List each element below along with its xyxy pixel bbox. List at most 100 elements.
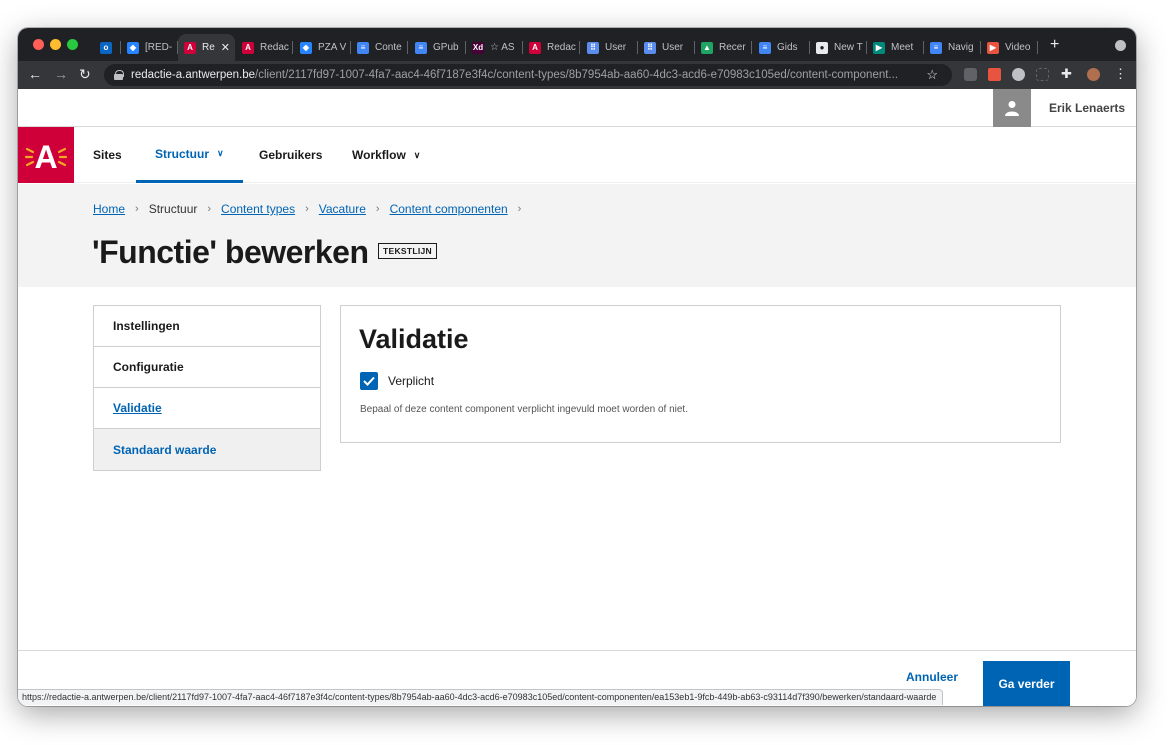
breadcrumb-home[interactable]: Home <box>93 202 125 216</box>
user-avatar[interactable] <box>993 89 1031 127</box>
user-icon <box>1005 101 1019 116</box>
shield-extension-icon[interactable] <box>1012 68 1025 81</box>
side-menu-standaard-waarde[interactable]: Standaard waarde <box>94 429 320 470</box>
close-window-button[interactable] <box>33 39 44 50</box>
browser-tab[interactable]: ⠿ User <box>638 34 695 61</box>
chevron-right-icon: › <box>375 203 380 215</box>
browser-tab[interactable]: ◆ [RED- <box>121 34 178 61</box>
required-checkbox-row[interactable]: Verplicht <box>360 372 434 390</box>
browser-tab[interactable]: ⠿ User <box>581 34 638 61</box>
bookmark-star-icon[interactable]: ☆ <box>926 67 938 83</box>
address-bar[interactable]: redactie-a.antwerpen.be/client/2117fd97-… <box>104 64 952 86</box>
tab-title: User <box>605 42 627 53</box>
tab-favicon-icon: ≡ <box>759 41 771 54</box>
side-menu-configuratie[interactable]: Configuratie <box>94 347 320 388</box>
antwerpen-logo[interactable]: A <box>18 127 74 183</box>
breadcrumb-vacature[interactable]: Vacature <box>319 202 366 216</box>
browser-tab[interactable]: ≡ GPub <box>409 34 466 61</box>
tab-title: Navig <box>948 42 974 53</box>
browser-tab[interactable]: ● New T <box>810 34 867 61</box>
profile-avatar[interactable] <box>1087 68 1100 81</box>
chevron-right-icon: › <box>207 203 212 215</box>
browser-tab[interactable]: A Re ✕ <box>178 34 235 61</box>
browser-tab[interactable]: ▶ Video <box>981 34 1038 61</box>
tab-separator <box>292 41 293 54</box>
nav-item-label: Structuur <box>155 146 209 161</box>
user-name[interactable]: Erik Lenaerts <box>1049 101 1125 115</box>
nav-item-structuur[interactable]: Structuur ∨ <box>136 127 243 183</box>
proceed-button[interactable]: Ga verder <box>983 661 1070 706</box>
page-header: Home › Structuur › Content types › Vacat… <box>18 184 1136 287</box>
tab-strip: o ◆ [RED- A Re ✕ A Redac ◆ PZA V ≡ Conte ≡ GPub Xd ☆ AS… <box>18 28 1136 61</box>
reload-icon[interactable]: ↻ <box>79 66 91 82</box>
nav-item-workflow[interactable]: Workflow ∨ <box>352 127 420 183</box>
tab-favicon-icon: ≡ <box>357 41 369 54</box>
tab-separator <box>579 41 580 54</box>
browser-menu-icon[interactable]: ⋮ <box>1114 66 1127 82</box>
browser-tab[interactable]: ≡ Navig <box>924 34 981 61</box>
tab-title: Video <box>1005 42 1031 53</box>
side-menu-instellingen[interactable]: Instellingen <box>94 306 320 347</box>
breadcrumb-content-types[interactable]: Content types <box>221 202 295 216</box>
forward-icon[interactable]: → <box>54 66 68 82</box>
settings-side-menu: Instellingen Configuratie Validatie Stan… <box>93 305 321 471</box>
chevron-right-icon: › <box>517 203 522 215</box>
browser-tab[interactable]: A Redac <box>236 34 293 61</box>
extensions-puzzle-icon[interactable]: ✚ <box>1061 66 1072 82</box>
tab-favicon-icon: ≡ <box>415 41 427 54</box>
tab-title: New T <box>834 42 863 53</box>
nav-item-sites[interactable]: Sites <box>93 127 122 183</box>
browser-tab[interactable]: ≡ Gids <box>753 34 810 61</box>
tab-title: GPub <box>433 42 459 53</box>
tab-title: PZA V <box>318 42 347 53</box>
validation-panel: Validatie Verplicht Bepaal of deze conte… <box>340 305 1061 443</box>
checkmark-icon <box>363 376 375 386</box>
lock-icon <box>114 70 124 80</box>
tab-title: Meet <box>891 42 914 53</box>
tab-separator <box>751 41 752 54</box>
tab-separator <box>407 41 408 54</box>
help-text: Bepaal of deze content component verplic… <box>360 404 688 415</box>
required-checkbox[interactable] <box>360 372 378 390</box>
screenshot-extension-icon[interactable] <box>1036 68 1049 81</box>
nav-item-gebruikers[interactable]: Gebruikers <box>259 127 322 183</box>
browser-tab[interactable]: ◆ PZA V <box>294 34 351 61</box>
tab-favicon-icon: ≡ <box>930 41 942 54</box>
svg-text:A: A <box>34 139 57 175</box>
pen-extension-icon[interactable] <box>964 68 977 81</box>
browser-tab[interactable]: ▶ Meet <box>867 34 924 61</box>
url-host: redactie-a.antwerpen.be <box>131 69 256 81</box>
browser-tab[interactable]: A Redac <box>523 34 580 61</box>
chevron-down-icon: ∨ <box>413 149 421 160</box>
back-icon[interactable]: ← <box>28 66 42 82</box>
tab-favicon-icon: A <box>242 41 254 54</box>
side-menu-validatie[interactable]: Validatie <box>94 388 320 429</box>
nav-item-label: Workflow <box>352 148 406 162</box>
browser-tab[interactable]: ▲ Recer <box>695 34 752 61</box>
tab-favicon-icon: Xd <box>472 41 484 54</box>
tab-favicon-icon: ◆ <box>300 41 312 54</box>
tab-title: ☆ AS <box>490 42 515 53</box>
nav-item-label: Sites <box>93 148 122 162</box>
type-badge: TEKSTLIJN <box>378 243 437 259</box>
tab-favicon-icon: o <box>100 41 112 54</box>
cancel-button[interactable]: Annuleer <box>906 670 958 684</box>
tab-title: [RED- <box>145 42 173 53</box>
new-tab-button[interactable]: + <box>1050 36 1059 54</box>
zoom-window-button[interactable] <box>67 39 78 50</box>
tab-favicon-icon: ▲ <box>701 41 713 54</box>
tab-search-icon[interactable] <box>1115 40 1126 51</box>
browser-tab[interactable]: ≡ Conte <box>351 34 408 61</box>
close-tab-icon[interactable]: ✕ <box>221 41 230 54</box>
browser-window: o ◆ [RED- A Re ✕ A Redac ◆ PZA V ≡ Conte ≡ GPub Xd ☆ AS… <box>18 28 1136 706</box>
tab-title: Redac <box>547 42 576 53</box>
main-navigation: A Sites Structuur ∨ Gebruikers Workflow ∨ <box>18 127 1136 183</box>
breadcrumb-content-componenten[interactable]: Content componenten <box>390 202 508 216</box>
video-extension-icon[interactable] <box>988 68 1001 81</box>
user-bar: Erik Lenaerts <box>18 89 1136 127</box>
browser-tab[interactable]: o <box>94 34 121 61</box>
chevron-right-icon: › <box>305 203 309 215</box>
required-checkbox-label[interactable]: Verplicht <box>388 374 434 388</box>
browser-tab[interactable]: Xd ☆ AS <box>466 34 523 61</box>
minimize-window-button[interactable] <box>50 39 61 50</box>
